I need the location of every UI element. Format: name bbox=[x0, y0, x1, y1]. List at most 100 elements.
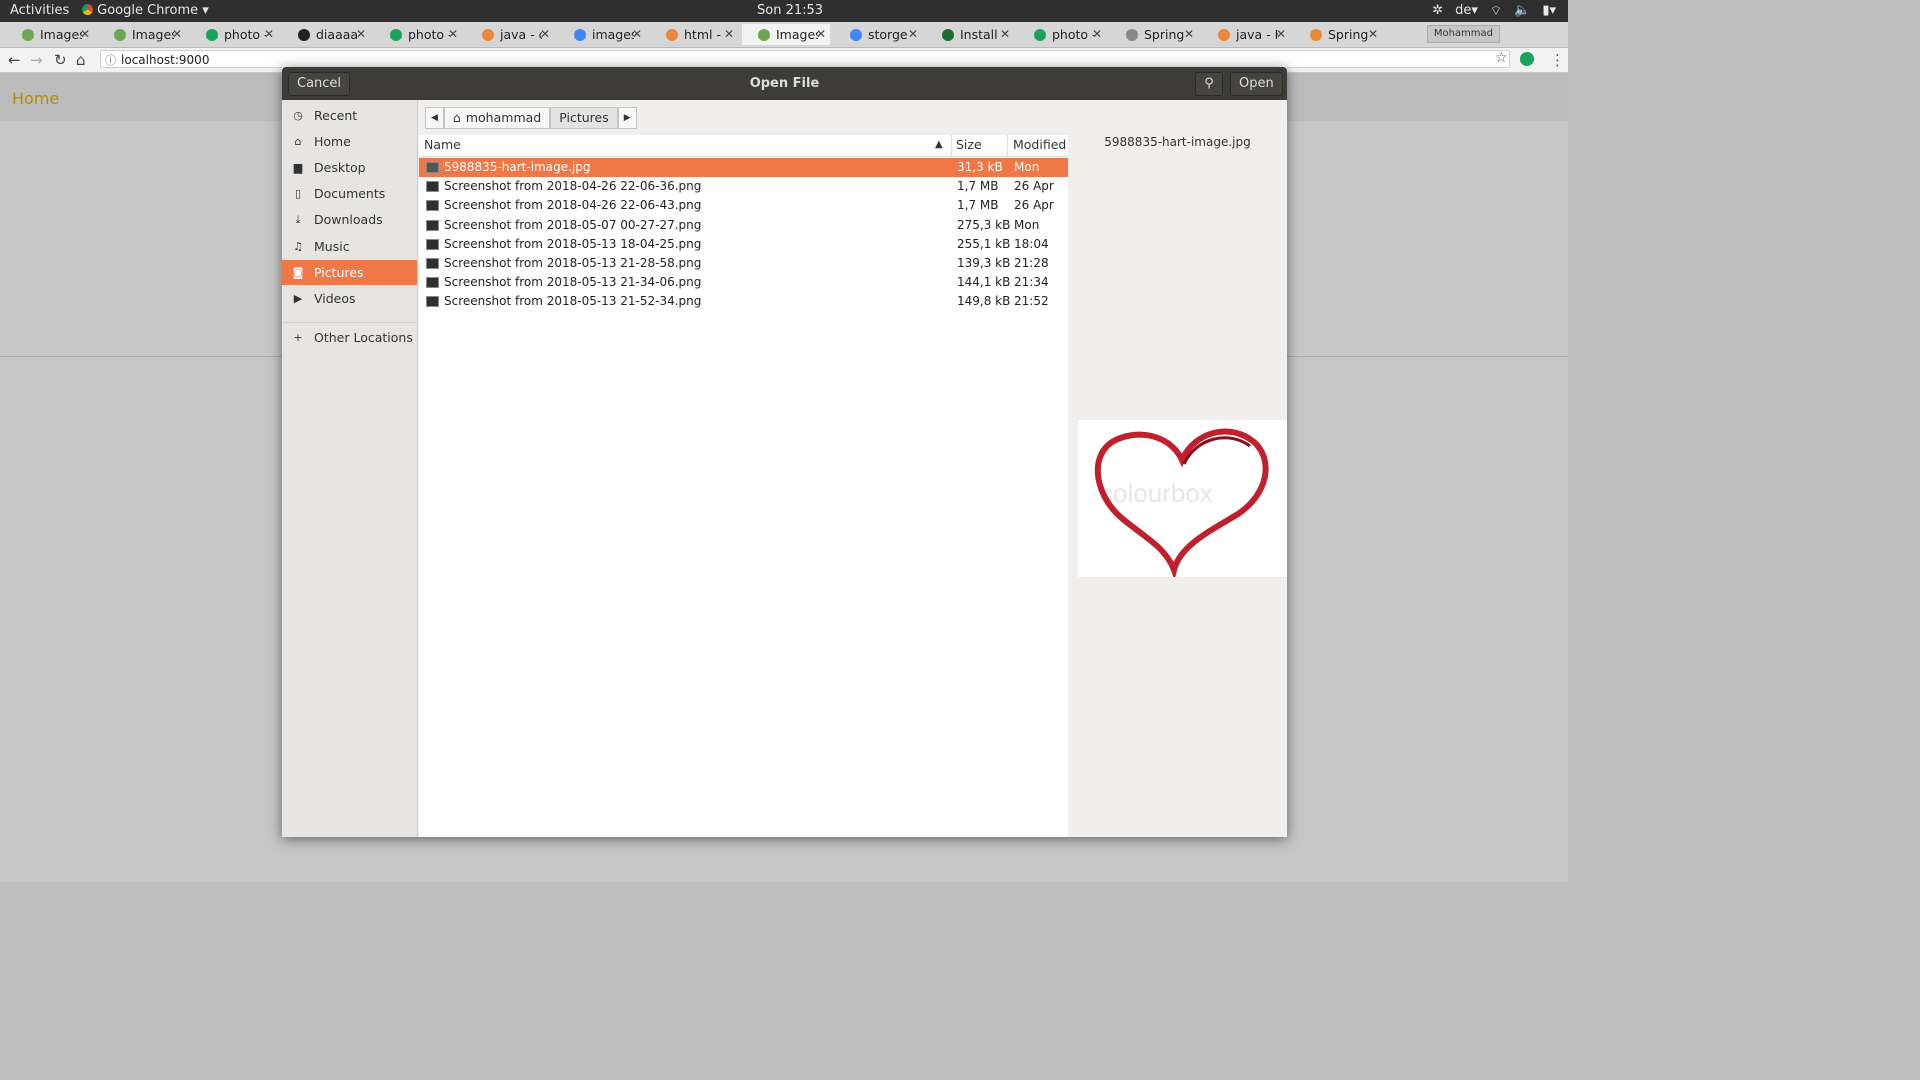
tab-close-icon[interactable]: ✕ bbox=[908, 27, 918, 41]
browser-tab[interactable]: images ✕ bbox=[558, 24, 646, 45]
url-bar[interactable]: ⓘ localhost:9000 bbox=[100, 50, 1510, 68]
tab-close-icon[interactable]: ✕ bbox=[540, 27, 550, 41]
browser-tab[interactable]: photo - ✕ bbox=[1018, 24, 1106, 45]
tab-close-icon[interactable]: ✕ bbox=[356, 27, 366, 41]
dialog-header: Cancel Open File ⚲ Open bbox=[282, 67, 1287, 100]
tab-close-icon[interactable]: ✕ bbox=[1276, 27, 1286, 41]
file-row[interactable]: Screenshot from 2018-04-26 22-06-36.png 1… bbox=[419, 177, 1068, 196]
sidebar-item-pictures[interactable]: ◙ Pictures bbox=[282, 260, 417, 285]
battery-icon[interactable]: ▮▾ bbox=[1542, 3, 1556, 19]
search-icon[interactable]: ⚲ bbox=[1195, 72, 1223, 96]
browser-tab[interactable]: java - H✕ bbox=[1202, 24, 1290, 45]
file-modified: 26 Apr bbox=[1014, 179, 1054, 194]
page-icon bbox=[1126, 28, 1138, 41]
sidebar-item-downloads[interactable]: ⤓ Downloads bbox=[282, 207, 417, 232]
tab-close-icon[interactable]: ✕ bbox=[724, 27, 734, 41]
browser-tab[interactable]: Spring ✕ bbox=[1294, 24, 1382, 45]
column-name-header[interactable]: Name bbox=[424, 137, 461, 152]
browser-tab[interactable]: diaaaaa✕ bbox=[282, 24, 370, 45]
image-file-icon bbox=[426, 238, 439, 250]
open-file-dialog: Cancel Open File ⚲ Open + Other Location… bbox=[282, 67, 1287, 837]
music-icon: ♫ bbox=[293, 240, 303, 253]
clock[interactable]: Son 21:53 bbox=[757, 3, 823, 18]
file-name: 5988835-hart-image.jpg bbox=[444, 160, 591, 174]
sidebar-item-home[interactable]: ⌂ Home bbox=[282, 129, 417, 154]
open-button[interactable]: Open bbox=[1230, 72, 1283, 96]
reload-icon[interactable]: ↻ bbox=[54, 51, 67, 69]
file-row[interactable]: Screenshot from 2018-05-07 00-27-27.png 2… bbox=[419, 216, 1068, 235]
tab-close-icon[interactable]: ✕ bbox=[816, 27, 826, 41]
browser-tab[interactable]: photo - ✕ bbox=[374, 24, 462, 45]
file-modified: Mon bbox=[1014, 160, 1040, 174]
sidebar-item-label: Downloads bbox=[314, 212, 383, 227]
file-row[interactable]: Screenshot from 2018-05-13 21-28-58.png 1… bbox=[419, 254, 1068, 273]
browser-tab[interactable]: Images ✕ bbox=[98, 24, 186, 45]
image-file-icon bbox=[426, 258, 439, 269]
sidebar-item-recent[interactable]: ◷ Recent bbox=[282, 103, 417, 128]
extension-icon[interactable] bbox=[1520, 52, 1534, 66]
tab-close-icon[interactable]: ✕ bbox=[1000, 27, 1010, 41]
clock-icon: ◷ bbox=[293, 109, 303, 122]
image-file-icon bbox=[426, 296, 439, 308]
tab-close-icon[interactable]: ✕ bbox=[80, 27, 90, 41]
wifi-icon[interactable]: ⌔ bbox=[1490, 3, 1502, 19]
path-button-pictures[interactable]: Pictures bbox=[550, 107, 618, 129]
sidebar-item-desktop[interactable]: ▆ Desktop bbox=[282, 155, 417, 180]
path-button-home[interactable]: ⌂ mohammad bbox=[443, 107, 551, 129]
file-row[interactable]: Screenshot from 2018-05-13 21-34-06.png 1… bbox=[419, 273, 1068, 292]
browser-tab[interactable]: storge ✕ bbox=[834, 24, 922, 45]
keyboard-layout-label: de bbox=[1455, 3, 1472, 18]
sidebar-item-videos[interactable]: ▶ Videos bbox=[282, 286, 417, 311]
sort-ascending-icon[interactable]: ▲ bbox=[935, 139, 943, 150]
sidebar-item-documents[interactable]: ▯ Documents bbox=[282, 181, 417, 206]
tab-title: java - co bbox=[500, 27, 542, 42]
back-arrow-icon[interactable]: ← bbox=[8, 51, 21, 69]
tab-close-icon[interactable]: ✕ bbox=[1368, 27, 1378, 41]
settings-gear-icon[interactable]: ✲ bbox=[1432, 3, 1443, 19]
leaf-icon bbox=[758, 28, 770, 41]
path-back-icon[interactable]: ◀ bbox=[425, 107, 444, 129]
image-file-icon bbox=[426, 162, 439, 173]
image-file-icon bbox=[426, 200, 439, 212]
column-size-header[interactable]: Size bbox=[956, 137, 982, 152]
file-row[interactable]: Screenshot from 2018-05-13 21-52-34.png 1… bbox=[419, 292, 1068, 311]
home-link[interactable]: Home bbox=[12, 89, 59, 108]
browser-tab[interactable]: photo - ✕ bbox=[190, 24, 278, 45]
browser-tab[interactable]: Images ✕ bbox=[6, 24, 94, 45]
tab-close-icon[interactable]: ✕ bbox=[632, 27, 642, 41]
tab-title: photo - bbox=[1052, 27, 1094, 42]
camera-icon: ◙ bbox=[292, 266, 304, 279]
tab-close-icon[interactable]: ✕ bbox=[1092, 27, 1102, 41]
browser-tab[interactable]: Install N✕ bbox=[926, 24, 1014, 45]
preview-filename: 5988835-hart-image.jpg bbox=[1104, 135, 1251, 149]
keyboard-layout[interactable]: de▾ bbox=[1455, 3, 1478, 19]
tab-close-icon[interactable]: ✕ bbox=[448, 27, 458, 41]
tab-close-icon[interactable]: ✕ bbox=[264, 27, 274, 41]
browser-tab[interactable]: html - I ✕ bbox=[650, 24, 738, 45]
app-menu[interactable]: Google Chrome ▾ bbox=[82, 3, 209, 18]
browser-tab[interactable]: Images ✕ bbox=[742, 24, 830, 45]
tab-close-icon[interactable]: ✕ bbox=[1184, 27, 1194, 41]
info-icon[interactable]: ⓘ bbox=[105, 52, 116, 70]
tab-title: photo - bbox=[224, 27, 266, 42]
sidebar-item-label: Desktop bbox=[314, 160, 366, 175]
file-row[interactable]: 5988835-hart-image.jpg 31,3 kB Mon bbox=[419, 158, 1068, 177]
column-modified-header[interactable]: Modified bbox=[1013, 137, 1066, 152]
browser-tab[interactable]: java - co✕ bbox=[466, 24, 554, 45]
forward-arrow-icon[interactable]: → bbox=[30, 51, 43, 69]
file-row[interactable]: Screenshot from 2018-05-13 18-04-25.png 2… bbox=[419, 235, 1068, 254]
bookmark-star-icon[interactable]: ☆ bbox=[1495, 50, 1508, 66]
path-forward-icon[interactable]: ▶ bbox=[617, 107, 637, 129]
volume-icon[interactable]: 🔈 bbox=[1514, 3, 1530, 19]
tab-close-icon[interactable]: ✕ bbox=[172, 27, 182, 41]
more-menu-icon[interactable]: ⋮ bbox=[1550, 51, 1565, 69]
home-icon[interactable]: ⌂ bbox=[76, 51, 86, 69]
sidebar-item-other-locations[interactable]: + Other Locations bbox=[282, 325, 417, 350]
activities-button[interactable]: Activities bbox=[10, 3, 69, 18]
file-row[interactable]: Screenshot from 2018-04-26 22-06-43.png 1… bbox=[419, 196, 1068, 215]
browser-tab[interactable]: Spring ✕ bbox=[1110, 24, 1198, 45]
image-file-icon bbox=[426, 219, 439, 231]
stackoverflow-icon bbox=[1218, 28, 1230, 41]
profile-button[interactable]: Mohammad bbox=[1426, 25, 1500, 43]
sidebar-item-music[interactable]: ♫ Music bbox=[282, 234, 417, 259]
